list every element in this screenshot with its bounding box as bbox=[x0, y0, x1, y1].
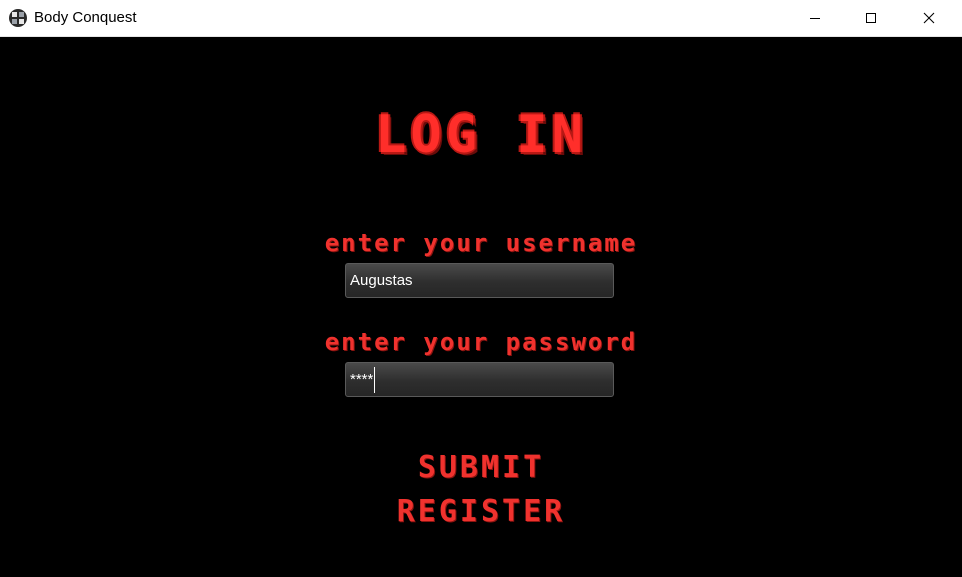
close-icon bbox=[923, 12, 935, 24]
maximize-button[interactable] bbox=[842, 0, 900, 36]
title-bar[interactable]: Body Conquest bbox=[0, 0, 962, 37]
close-button[interactable] bbox=[900, 0, 958, 36]
text-caret bbox=[374, 367, 376, 394]
register-button[interactable]: REGISTER bbox=[0, 495, 962, 529]
username-value: Augustas bbox=[350, 272, 413, 289]
password-value: **** bbox=[350, 371, 374, 388]
app-logo-icon bbox=[9, 9, 27, 27]
login-heading: LOG IN bbox=[375, 105, 587, 165]
login-screen: LOG IN enter your username Augustas ente… bbox=[0, 37, 962, 577]
window-title: Body Conquest bbox=[34, 9, 137, 26]
password-input[interactable]: **** bbox=[345, 362, 614, 397]
username-label: enter your username bbox=[324, 229, 638, 257]
minimize-icon bbox=[810, 18, 820, 19]
minimize-button[interactable] bbox=[786, 0, 844, 36]
submit-button[interactable]: SUBMIT bbox=[0, 451, 962, 485]
username-input[interactable]: Augustas bbox=[345, 263, 614, 298]
maximize-icon bbox=[866, 13, 876, 23]
app-window: Body Conquest LOG IN enter your username… bbox=[0, 0, 962, 577]
password-label: enter your password bbox=[324, 328, 638, 356]
